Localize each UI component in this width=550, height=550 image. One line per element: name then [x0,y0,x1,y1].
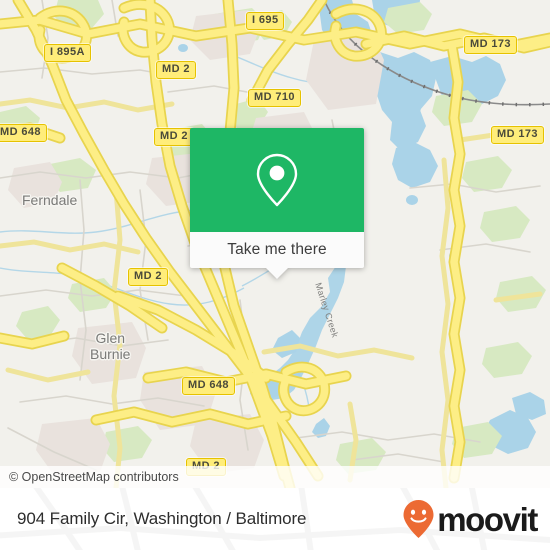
map-canvas[interactable]: I 695 MD 173 I 895A MD 2 MD 710 MD 648 MD 2 MD … [0,0,550,488]
moovit-smiley-pin-icon [403,500,434,538]
footer-bar: 904 Family Cir, Washington / Baltimore m… [0,488,550,550]
road-shield: MD 2 [154,128,194,146]
road-shield: MD 2 [128,268,168,286]
destination-popup-card[interactable]: Take me there [190,128,364,279]
road-shield: I 895A [44,44,91,62]
road-shield: MD 648 [0,124,47,142]
moovit-wordmark: moovit [437,500,538,538]
take-me-there-button[interactable]: Take me there [190,232,364,268]
map-attribution[interactable]: © OpenStreetMap contributors [0,466,550,488]
road-shield: MD 648 [182,377,235,395]
location-title: 904 Family Cir, Washington / Baltimore [17,509,307,528]
take-me-there-label: Take me there [227,241,327,258]
road-shield: MD 173 [464,36,517,54]
location-pin-icon [256,153,298,207]
popup-pin-area [190,128,364,232]
popup-tail-pointer [266,268,288,279]
moovit-map-screen: I 695 MD 173 I 895A MD 2 MD 710 MD 648 MD 2 MD … [0,0,550,550]
place-label: Ferndale [22,192,78,208]
road-shield: I 695 [246,12,285,30]
road-shield: MD 173 [491,126,544,144]
road-shield: MD 2 [156,61,196,79]
moovit-brand[interactable]: moovit [402,488,538,550]
place-label: Glen Burnie [90,330,131,362]
road-shield: MD 710 [248,89,301,107]
